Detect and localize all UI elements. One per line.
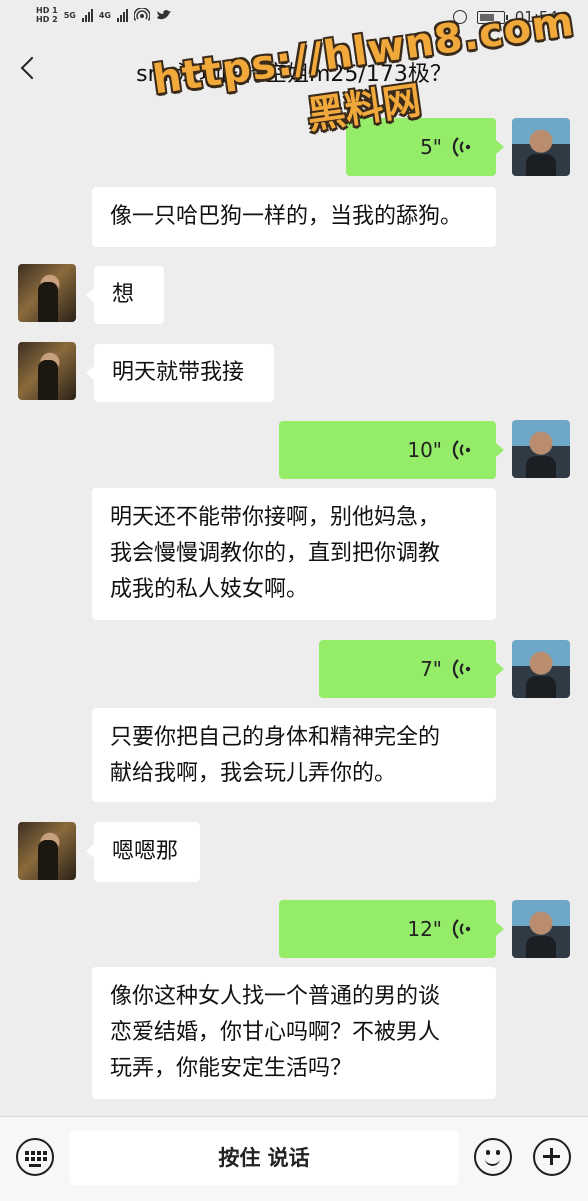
voice-duration: 5" [420, 135, 442, 159]
voice-message[interactable]: 12" [279, 900, 504, 958]
sim1-label: HD 1 [36, 6, 58, 15]
voice-message[interactable]: 5" [346, 118, 504, 176]
voice-wave-icon [452, 919, 471, 939]
hold-to-talk-button[interactable]: 按住 说话 [70, 1131, 458, 1185]
hotspot-icon [133, 8, 150, 21]
message-text: 想 [112, 282, 135, 307]
sim2-label: HD 2 [36, 15, 58, 24]
voice-wave-icon [452, 137, 471, 157]
chat-header: sm-深圳国行空姐m25/173极？ [0, 36, 588, 108]
signal-icon [81, 8, 93, 22]
message-text: 像一只哈巴狗一样的，当我的舔狗。 [110, 204, 463, 229]
network-5g-label: 5G [63, 10, 76, 20]
battery-icon [476, 10, 508, 24]
voice-duration: 10" [407, 438, 442, 462]
voice-message[interactable]: 10" [279, 421, 504, 479]
my-avatar[interactable] [512, 900, 570, 958]
message-line: 明天还不能带你接啊，别他妈急， [110, 505, 441, 530]
voice-duration: 12" [407, 917, 442, 941]
signal-icon-2 [116, 8, 128, 22]
message-text: 明天就带我接 [112, 360, 245, 385]
input-bar: 按住 说话 [0, 1116, 588, 1201]
voice-duration: 7" [420, 657, 442, 681]
voice-wave-icon [452, 440, 471, 460]
alarm-icon [452, 10, 467, 24]
network-4g-label: 4G [98, 10, 111, 20]
message-line: 献给我啊，我会玩儿弄你的。 [110, 761, 397, 786]
contact-avatar[interactable] [18, 264, 76, 322]
contact-avatar[interactable] [18, 822, 76, 880]
message-line: 像你这种女人找一个普通的男的谈 [110, 984, 441, 1009]
my-avatar[interactable] [512, 420, 570, 478]
emoji-mouth [485, 1154, 500, 1166]
text-message[interactable]: 只要你把自己的身体和精神完全的 献给我啊，我会玩儿弄你的。 [92, 708, 496, 802]
text-message[interactable]: 嗯嗯那 [86, 822, 200, 882]
voice-message[interactable]: 7" [319, 640, 504, 698]
my-avatar[interactable] [512, 118, 570, 176]
text-message[interactable]: 像一只哈巴狗一样的，当我的舔狗。 [92, 187, 496, 247]
status-bar: HD 1 HD 2 5G 4G 01:54 [0, 0, 588, 36]
chat-title: sm-深圳国行空姐m25/173极？ [136, 62, 452, 87]
message-text: 嗯嗯那 [112, 839, 179, 864]
message-line: 玩弄，你能安定生活吗？ [110, 1056, 353, 1081]
text-message[interactable]: 像你这种女人找一个普通的男的谈 恋爱结婚，你甘心吗啊？不被男人 玩弄，你能安定生… [92, 967, 496, 1099]
plus-icon[interactable] [533, 1138, 571, 1176]
bird-icon [156, 9, 171, 20]
clock: 01:54 [514, 8, 558, 26]
text-message[interactable]: 明天就带我接 [86, 344, 274, 402]
message-line: 我会慢慢调教你的，直到把你调教 [110, 541, 441, 566]
my-avatar[interactable] [512, 640, 570, 698]
battery-level [479, 13, 494, 21]
voice-wave-icon [452, 659, 471, 679]
message-line: 恋爱结婚，你甘心吗啊？不被男人 [110, 1020, 441, 1045]
message-line: 只要你把自己的身体和精神完全的 [110, 725, 441, 750]
text-message[interactable]: 明天还不能带你接啊，别他妈急， 我会慢慢调教你的，直到把你调教 成我的私人妓女啊… [92, 488, 496, 620]
text-message[interactable]: 想 [86, 266, 164, 324]
message-line: 成我的私人妓女啊。 [110, 577, 309, 602]
sim-badges: HD 1 HD 2 [36, 6, 58, 24]
emoji-icon[interactable] [474, 1138, 512, 1176]
contact-avatar[interactable] [18, 342, 76, 400]
keyboard-icon[interactable] [16, 1138, 54, 1176]
